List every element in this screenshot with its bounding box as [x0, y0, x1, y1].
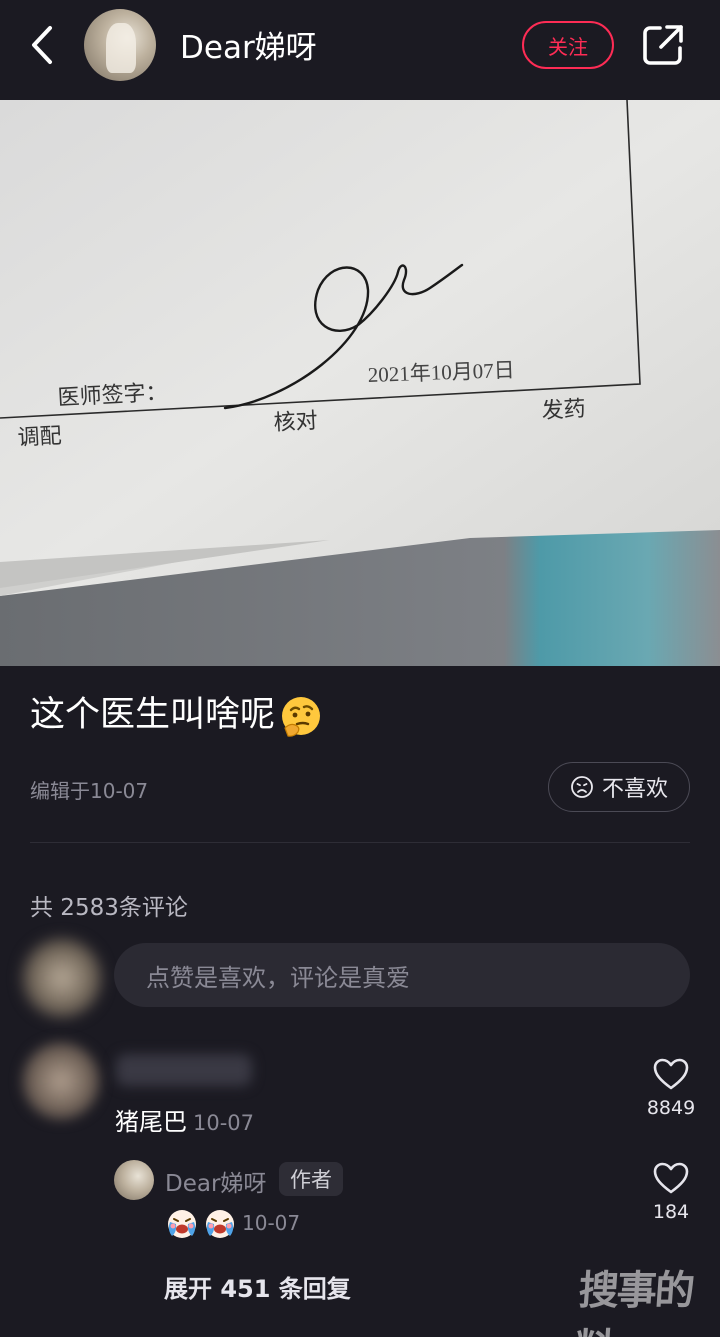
photo-issue-label: 发药: [541, 397, 586, 424]
heart-outline-icon: [653, 1058, 689, 1090]
heart-outline-icon: [653, 1162, 689, 1194]
expand-replies-link[interactable]: 展开 451 条回复: [164, 1269, 351, 1304]
frown-face-icon: [571, 776, 593, 798]
dislike-button[interactable]: 不喜欢: [548, 762, 690, 812]
comment-text[interactable]: 猪尾巴 10-07: [115, 1102, 254, 1137]
comment-count: 共 2583条评论: [30, 895, 188, 921]
thinking-face-emoji: [282, 697, 321, 737]
author-avatar[interactable]: [84, 9, 156, 81]
comment-date: 10-07: [193, 1111, 255, 1135]
comment-like-button[interactable]: 8849: [641, 1057, 701, 1119]
commenter-name-blurred[interactable]: [116, 1054, 252, 1086]
top-bar: Dear娣呀 关注: [0, 0, 720, 100]
post-photo[interactable]: 2021年10月07日 医师签字： 调配 核对 发药: [0, 100, 720, 666]
reply-date: 10-07: [242, 1211, 301, 1235]
reply-body[interactable]: [164, 1206, 238, 1242]
post-title-text: 这个医生叫啥呢: [30, 695, 276, 735]
dislike-label: 不喜欢: [601, 777, 668, 802]
edited-timestamp: 编辑于10-07: [30, 779, 149, 803]
current-user-avatar: [22, 938, 102, 1018]
divider: [30, 842, 690, 843]
crying-face-emoji: [168, 1210, 196, 1238]
comment-input[interactable]: 点赞是喜欢，评论是真爱: [114, 943, 690, 1007]
share-icon[interactable]: [640, 22, 686, 68]
watermark-text: 搜事的料: [573, 1268, 695, 1337]
follow-button[interactable]: 关注: [522, 21, 614, 69]
photo-dispense-label: 调配: [17, 424, 62, 451]
photo-date-text: 2021年10月07日: [367, 358, 515, 387]
prescription-photo: 2021年10月07日 医师签字： 调配 核对 发药: [0, 100, 720, 666]
photo-check-label: 核对: [273, 409, 318, 436]
comment-body: 猪尾巴: [115, 1108, 187, 1136]
author-username[interactable]: Dear娣呀: [180, 22, 317, 67]
author-badge: 作者: [279, 1162, 343, 1196]
reply-like-count: 184: [652, 1201, 690, 1223]
post-title: 这个医生叫啥呢: [30, 686, 323, 738]
crying-face-emoji: [206, 1210, 234, 1238]
reply-author-name[interactable]: Dear娣呀: [165, 1164, 266, 1198]
commenter-avatar[interactable]: [22, 1042, 100, 1120]
reply-like-button[interactable]: 184: [641, 1161, 701, 1223]
comment-like-count: 8849: [646, 1097, 696, 1119]
back-icon[interactable]: [22, 22, 62, 68]
reply-author-avatar[interactable]: [114, 1160, 154, 1200]
